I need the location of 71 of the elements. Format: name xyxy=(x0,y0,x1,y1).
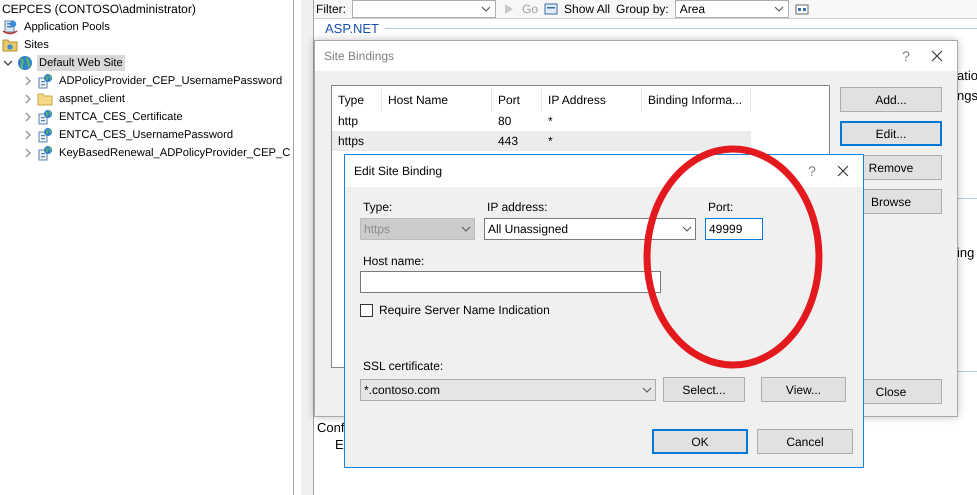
dropdown-caret-icon xyxy=(461,224,471,234)
group-heading: ASP.NET xyxy=(325,21,379,36)
checkbox-label[interactable]: Require Server Name Indication xyxy=(379,303,550,317)
column-header[interactable]: Port xyxy=(492,89,542,111)
group-by-dropdown[interactable]: Area xyxy=(674,0,789,18)
folder-icon xyxy=(2,37,18,53)
field-label: SSL certificate: xyxy=(362,359,444,373)
close-icon[interactable] xyxy=(837,165,849,177)
column-header[interactable]: IP Address xyxy=(542,89,642,111)
tree-item[interactable]: ADPolicyProvider_CEP_UsernamePassword xyxy=(57,73,284,89)
dialog-button[interactable]: Add... xyxy=(840,87,942,112)
server-node[interactable]: CEPCES (CONTOSO\administrator) xyxy=(0,0,293,18)
splitter-bar[interactable] xyxy=(300,0,314,495)
web-app-icon xyxy=(37,145,53,161)
feature-label: E xyxy=(335,437,344,452)
dropdown-caret-icon xyxy=(481,4,491,14)
dropdown-caret-icon xyxy=(642,384,652,394)
web-app-icon xyxy=(37,127,53,143)
globe-icon xyxy=(17,55,33,71)
show-all-icon xyxy=(544,2,558,16)
tree-item[interactable]: Sites xyxy=(22,37,51,53)
feature-label: Conf xyxy=(317,420,344,435)
column-header[interactable]: Binding Informa... xyxy=(642,89,751,111)
web-app-icon xyxy=(37,109,53,125)
binding-row[interactable]: http 80 * xyxy=(332,111,751,131)
ip-address-dropdown[interactable]: All Unassigned xyxy=(484,218,696,240)
tree-item[interactable]: Application Pools xyxy=(22,19,112,35)
ok-button[interactable]: OK xyxy=(652,429,748,454)
table-cell: https xyxy=(338,134,364,148)
feature-label: ing xyxy=(957,245,974,260)
tree-item[interactable]: ENTCA_CES_Certificate xyxy=(57,109,185,125)
dialog-title: Edit Site Binding xyxy=(354,164,444,178)
close-icon[interactable] xyxy=(931,50,943,62)
tree-item[interactable]: aspnet_client xyxy=(57,91,127,107)
table-cell: * xyxy=(548,134,553,148)
binding-row[interactable]: https 443 * xyxy=(332,131,751,151)
table-cell: 443 xyxy=(498,134,518,148)
filter-field[interactable] xyxy=(352,0,496,18)
tree-item[interactable]: Default Web Site xyxy=(37,55,125,71)
column-header[interactable]: Type xyxy=(332,89,382,111)
web-app-icon xyxy=(37,73,53,89)
dropdown-caret-icon xyxy=(774,4,784,14)
view-button[interactable]: View... xyxy=(761,377,846,402)
folder-icon xyxy=(37,91,53,107)
tree-item[interactable]: KeyBasedRenewal_ADPolicyProvider_CEP_C xyxy=(57,145,292,161)
help-button[interactable]: ? xyxy=(797,163,827,179)
group-by-label: Group by: xyxy=(616,2,669,16)
field-label: Port: xyxy=(707,200,734,214)
app-pools-icon xyxy=(2,19,18,35)
view-icon[interactable] xyxy=(794,2,809,16)
field-label: Host name: xyxy=(362,254,426,268)
port-field[interactable]: 49999 xyxy=(705,218,763,240)
filter-label: Filter: xyxy=(316,2,346,16)
checkbox[interactable] xyxy=(360,304,373,316)
ssl-certificate-dropdown[interactable]: *.contoso.com xyxy=(360,378,656,400)
field-label: Type: xyxy=(362,200,394,214)
dialog-title: Site Bindings xyxy=(324,49,396,63)
host-name-field[interactable] xyxy=(360,271,661,293)
show-all-button[interactable]: Show All xyxy=(564,2,610,16)
table-cell: * xyxy=(548,114,553,128)
tree-item[interactable]: ENTCA_CES_UsernamePassword xyxy=(57,127,236,143)
select-button[interactable]: Select... xyxy=(663,377,745,402)
table-cell: 80 xyxy=(498,114,512,128)
dropdown-caret-icon xyxy=(682,224,692,234)
cancel-button[interactable]: Cancel xyxy=(757,429,853,454)
dialog-button[interactable]: Edit... xyxy=(840,121,942,146)
help-button[interactable]: ? xyxy=(891,48,921,64)
field-label: IP address: xyxy=(486,200,548,214)
column-header[interactable]: Host Name xyxy=(382,89,492,111)
feature-label: atio xyxy=(957,68,977,83)
table-cell: http xyxy=(338,114,358,128)
